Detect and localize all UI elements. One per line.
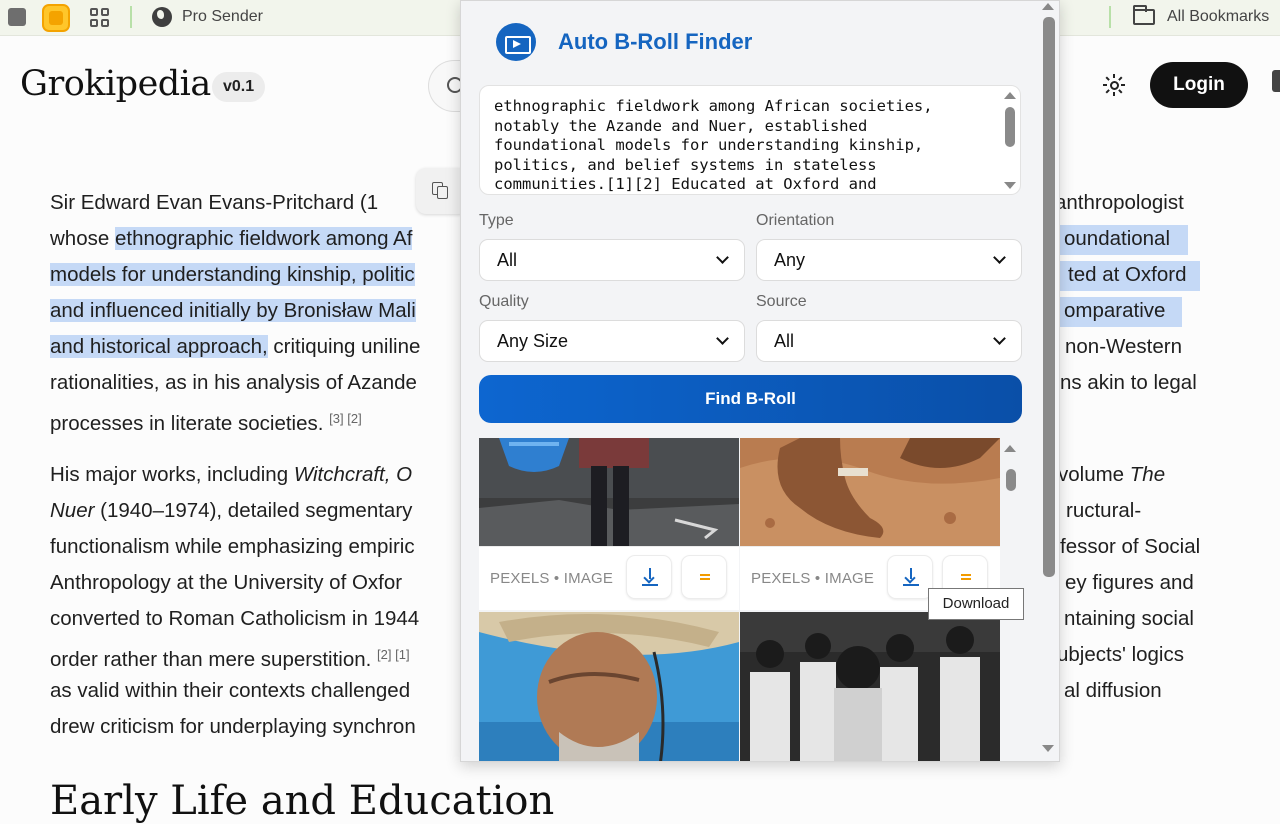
article-line: order rather than mere superstition. [2]… — [50, 647, 410, 671]
article-line: converted to Roman Catholicism in 1944 — [50, 607, 420, 630]
find-b-roll-button[interactable]: Find B-Roll — [479, 375, 1022, 423]
all-bookmarks-link[interactable]: All Bookmarks — [1167, 8, 1269, 26]
article-line: omparative — [1064, 299, 1166, 322]
article-line: whose ethnographic fieldwork among Af — [50, 227, 413, 250]
article-line: Sir Edward Evan Evans-Pritchard (1 — [50, 191, 379, 214]
result-card[interactable] — [479, 612, 739, 762]
article-line: volume The — [1058, 463, 1166, 486]
result-source: PEXELS • IMAGE — [751, 570, 875, 587]
article-line: processes in literate societies. [3] [2] — [50, 411, 362, 435]
bookmark-pro-sender[interactable]: Pro Sender — [182, 8, 263, 26]
query-textarea[interactable]: ethnographic fieldwork among African soc… — [479, 85, 1021, 195]
article-line: drew criticism for underplaying synchron — [50, 715, 416, 738]
result-image-feet[interactable] — [740, 438, 1000, 546]
article-line: functionalism while emphasizing empiric — [50, 535, 415, 558]
apps-grid-icon[interactable] — [90, 8, 109, 27]
menu-icon — [700, 574, 710, 580]
article-line: and historical approach, critiquing unil… — [50, 335, 421, 358]
login-button[interactable]: Login — [1150, 62, 1248, 108]
site-logo[interactable]: Grokipedia — [20, 64, 211, 104]
result-image-man-in-hat[interactable] — [479, 612, 739, 762]
quality-select[interactable]: Any Size — [479, 320, 745, 362]
popup-scrollbar-thumb[interactable] — [1043, 17, 1055, 577]
b-roll-logo-icon — [496, 23, 536, 61]
more-button[interactable] — [681, 555, 727, 599]
citation[interactable]: [3] [2] — [329, 411, 362, 426]
theme-sun-icon[interactable] — [1103, 74, 1125, 96]
orientation-select[interactable]: Any — [756, 239, 1022, 281]
result-meta: PEXELS • IMAGE — [479, 546, 739, 610]
article-line: rationalities, as in his analysis of Aza… — [50, 371, 417, 394]
article-line: al diffusion — [1064, 679, 1162, 702]
result-source: PEXELS • IMAGE — [490, 570, 614, 587]
article-line: non-Western — [1065, 335, 1182, 358]
article-line: ructural- — [1066, 499, 1142, 522]
chevron-down-icon — [716, 251, 729, 264]
edge-tab — [1272, 70, 1280, 92]
bookmark-separator — [1109, 6, 1111, 28]
chevron-down-icon — [993, 251, 1006, 264]
download-icon — [903, 568, 919, 586]
article-line: and influenced initially by Bronisław Ma… — [50, 299, 416, 322]
source-select[interactable]: All — [756, 320, 1022, 362]
source-label: Source — [756, 293, 807, 310]
article-line: Anthropology at the University of Oxfor — [50, 571, 403, 594]
article-line: ted at Oxford — [1068, 263, 1187, 286]
version-badge: v0.1 — [212, 72, 266, 102]
result-card[interactable]: PEXELS • IMAGE — [479, 438, 739, 610]
article-line: ey figures and — [1065, 571, 1194, 594]
popup-scroll-up-icon[interactable] — [1042, 3, 1054, 10]
section-heading: Early Life and Education — [50, 778, 555, 824]
extension-icon[interactable] — [42, 4, 70, 32]
article-line: fessor of Social — [1060, 535, 1201, 558]
article-line: His major works, including Witchcraft, O — [50, 463, 413, 486]
b-roll-popup: Auto B-Roll Finder ethnographic fieldwor… — [460, 0, 1060, 762]
article-line: ubjects' logics — [1057, 643, 1184, 666]
article-line: anthropologist — [1055, 191, 1184, 214]
result-image-bags[interactable] — [479, 438, 739, 546]
article-line: oundational — [1064, 227, 1171, 250]
article-line: ntaining social — [1064, 607, 1194, 630]
result-card[interactable]: PEXELS • IMAGE — [740, 438, 1000, 610]
article-line: ns akin to legal — [1060, 371, 1197, 394]
folder-icon — [1133, 5, 1155, 25]
type-label: Type — [479, 212, 514, 229]
bookmark-separator — [130, 6, 132, 28]
results-grid: PEXELS • IMAGE PEXELS • IMAGE — [479, 438, 1001, 762]
quality-label: Quality — [479, 293, 529, 310]
scroll-down-icon[interactable] — [1004, 182, 1016, 189]
type-select[interactable]: All — [479, 239, 745, 281]
download-icon — [642, 568, 658, 586]
citation[interactable]: [2] [1] — [377, 647, 410, 662]
chevron-down-icon — [993, 332, 1006, 345]
orientation-label: Orientation — [756, 212, 835, 229]
article-line: Nuer (1940–1974), detailed segmentary — [50, 499, 413, 522]
chevron-down-icon — [716, 332, 729, 345]
results-scrollbar-thumb[interactable] — [1006, 469, 1016, 491]
download-button[interactable] — [887, 555, 933, 599]
popup-title: Auto B-Roll Finder — [558, 29, 753, 54]
article-line: as valid within their contexts challenge… — [50, 679, 411, 702]
query-text: ethnographic fieldwork among African soc… — [494, 97, 933, 194]
textarea-scrollbar-thumb[interactable] — [1005, 107, 1015, 147]
tab-square-icon[interactable] — [8, 8, 26, 26]
download-tooltip: Download — [928, 588, 1024, 620]
article-line: models for understanding kinship, politi… — [50, 263, 415, 286]
menu-icon — [961, 574, 971, 580]
popup-scroll-down-icon[interactable] — [1042, 745, 1054, 752]
globe-icon — [152, 7, 172, 27]
download-button[interactable] — [626, 555, 672, 599]
result-image-crowd[interactable] — [740, 612, 1000, 762]
result-card[interactable] — [740, 612, 1000, 762]
results-scroll-up-icon[interactable] — [1004, 445, 1016, 452]
scroll-up-icon[interactable] — [1004, 92, 1016, 99]
